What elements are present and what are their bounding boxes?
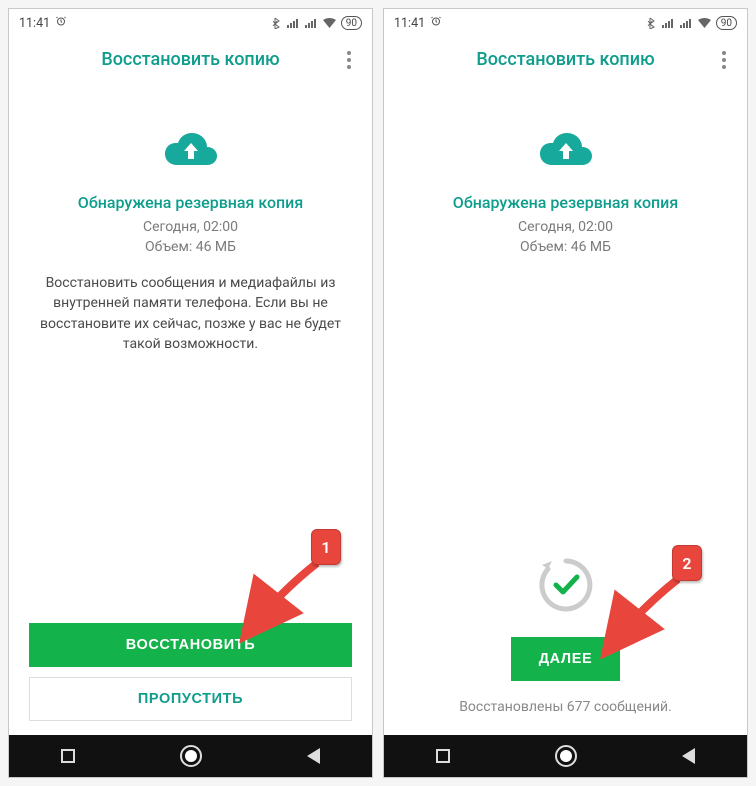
backup-time: Сегодня, 02:00 [143, 218, 238, 238]
backup-found-headline: Обнаружена резервная копия [78, 193, 303, 212]
nav-home-icon[interactable] [555, 745, 577, 767]
signal-icon [661, 18, 675, 29]
status-time: 11:41 [394, 16, 425, 31]
wifi-icon [322, 18, 337, 29]
app-title: Восстановить копию [476, 49, 654, 70]
signal-icon [286, 18, 300, 29]
alarm-icon [430, 15, 442, 31]
nav-recent-icon[interactable] [436, 749, 450, 763]
cloud-upload-icon [163, 131, 219, 175]
signal-icon [304, 18, 318, 29]
bluetooth-icon [272, 17, 282, 29]
battery-indicator: 90 [341, 16, 362, 30]
status-time: 11:41 [19, 16, 50, 31]
status-bar: 11:41 90 [384, 9, 747, 37]
cloud-upload-icon [538, 131, 594, 175]
bluetooth-icon [647, 17, 657, 29]
restore-button[interactable]: ВОССТАНОВИТЬ [29, 623, 352, 667]
app-title: Восстановить копию [101, 49, 279, 70]
restored-count: Восстановлены 677 сообщений. [459, 699, 672, 715]
nav-bar [384, 735, 747, 777]
alarm-icon [55, 15, 67, 31]
restore-complete-icon [536, 555, 596, 619]
backup-found-headline: Обнаружена резервная копия [453, 193, 678, 212]
backup-size: Объем: 46 МБ [518, 238, 613, 258]
nav-recent-icon[interactable] [61, 749, 75, 763]
app-bar: Восстановить копию [9, 37, 372, 83]
backup-time: Сегодня, 02:00 [518, 218, 613, 238]
backup-description: Восстановить сообщения и медиафайлы из в… [29, 273, 352, 354]
more-options-icon[interactable] [715, 49, 733, 71]
nav-home-icon[interactable] [180, 745, 202, 767]
phone-screen-2: 11:41 90 Восстановить копию [383, 8, 748, 778]
battery-indicator: 90 [716, 16, 737, 30]
backup-size: Объем: 46 МБ [143, 238, 238, 258]
nav-bar [9, 735, 372, 777]
more-options-icon[interactable] [340, 49, 358, 71]
nav-back-icon[interactable] [682, 748, 695, 764]
status-bar: 11:41 90 [9, 9, 372, 37]
signal-icon [679, 18, 693, 29]
wifi-icon [697, 18, 712, 29]
app-bar: Восстановить копию [384, 37, 747, 83]
nav-back-icon[interactable] [307, 748, 320, 764]
phone-screen-1: 11:41 90 Восстановить копию [8, 8, 373, 778]
next-button[interactable]: ДАЛЕЕ [511, 637, 621, 681]
skip-button[interactable]: ПРОПУСТИТЬ [29, 677, 352, 721]
